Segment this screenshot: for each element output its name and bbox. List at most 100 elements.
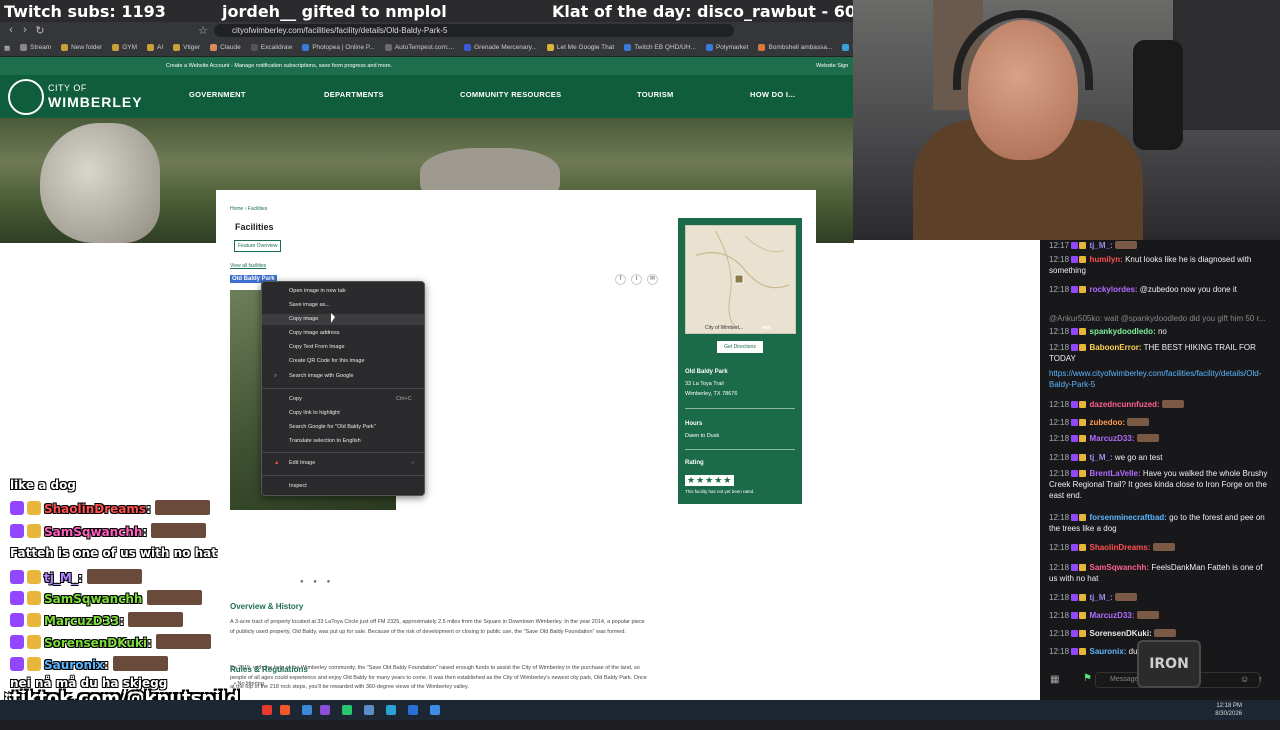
app-icon-files[interactable] [364, 705, 374, 715]
forward-icon[interactable]: › [18, 24, 32, 37]
card-address-2: Wimberley, TX 78676 [685, 391, 738, 397]
gift-badge-icon [1079, 344, 1087, 351]
bookmark-item[interactable]: Bombshell ambassa... [758, 44, 832, 51]
app-icon-explorer[interactable] [302, 705, 312, 715]
chat-username[interactable]: dazedncunnfuzed: [1090, 400, 1160, 409]
nav-government[interactable]: GOVERNMENT [189, 90, 246, 99]
overlay-username: MarcuzD33 [44, 614, 120, 628]
view-all-link[interactable]: View all facilities [230, 263, 266, 269]
chat-username[interactable]: MarcuzD33: [1090, 434, 1135, 443]
nav-departments[interactable]: DEPARTMENTS [324, 90, 384, 99]
emote-picker-icon[interactable]: ☺ [1240, 674, 1249, 684]
carousel-dots[interactable]: ● ● ● [300, 579, 334, 585]
menu-save-image-as[interactable]: Save image as... [289, 302, 330, 308]
website-sign-in[interactable]: Website Sign [816, 57, 848, 75]
menu-search-image-google[interactable]: Search image with Google [289, 373, 354, 379]
nav-tourism[interactable]: TOURISM [637, 90, 674, 99]
app-icon-settings[interactable] [280, 705, 290, 715]
chat-settings-icon[interactable]: ▦ [1050, 674, 1059, 685]
menu-inspect[interactable]: Inspect [289, 483, 307, 489]
app-icon-discord[interactable] [320, 705, 330, 715]
account-strip-text[interactable]: Create a Website Account - Manage notifi… [166, 57, 392, 75]
menu-separator [262, 475, 424, 476]
chat-emote-icon [1136, 611, 1159, 619]
bookmark-icon [546, 44, 554, 51]
menu-create-qr-code[interactable]: Create QR Code for this image [289, 358, 365, 364]
menu-edit-image[interactable]: Edit Image [289, 460, 315, 466]
send-icon[interactable]: ↑ [1258, 674, 1263, 684]
nav-community-resources[interactable]: COMMUNITY RESOURCES [460, 90, 561, 99]
chat-username[interactable]: tj_M_: [1090, 453, 1113, 462]
menu-open-image-new-tab[interactable]: Open image in new tab [289, 288, 346, 294]
bookmark-item[interactable]: Let Me Google That [546, 44, 614, 51]
chat-emote-icon [1114, 593, 1137, 601]
overlay-text: : [119, 614, 125, 628]
menu-copy[interactable]: Copy [289, 396, 302, 402]
chat-username[interactable]: spankydoodledo: [1090, 327, 1156, 336]
menu-translate-selection[interactable]: Translate selection to English [289, 438, 361, 444]
overlay-username: SorensenDKuki [44, 636, 147, 650]
app-icon-record[interactable] [262, 705, 272, 715]
chat-username[interactable]: humilyn: [1090, 255, 1123, 264]
bookmark-item[interactable]: Claude [210, 44, 241, 51]
location-map[interactable] [685, 225, 796, 334]
chat-username[interactable]: tj_M_: [1090, 241, 1113, 250]
overlay-emote-icon [156, 634, 211, 649]
chat-username[interactable]: SorensenDKuki: [1090, 629, 1152, 638]
reload-icon[interactable]: ↻ [33, 24, 47, 37]
app-icon-vscode[interactable] [408, 705, 418, 715]
get-directions-button[interactable]: Get Directions [717, 341, 763, 353]
bookmark-icon [705, 44, 713, 51]
menu-copy-image-address[interactable]: Copy image address [289, 330, 339, 336]
url-field[interactable]: cityofwimberley.com/facilities/facility/… [214, 24, 734, 37]
rating-stars[interactable]: ★★★★★ [685, 475, 735, 486]
chat-text[interactable]: https://www.cityofwimberley.com/faciliti… [1049, 369, 1261, 389]
chat-badge-icon[interactable]: ⚑ [1083, 673, 1092, 684]
apps-grid-icon[interactable]: ▦ [4, 44, 10, 52]
bookmark-item[interactable]: Photopea | Online P... [302, 44, 375, 51]
menu-search-google-for[interactable]: Search Google for "Old Baldy Park" [289, 424, 376, 430]
twitter-icon[interactable]: t [631, 274, 642, 285]
bookmark-item[interactable]: Polymarket [705, 44, 748, 51]
bookmark-item[interactable]: Excalidraw [250, 44, 292, 51]
bookmark-item[interactable]: AI [147, 44, 163, 51]
chat-username[interactable]: BrentLaVelle: [1090, 469, 1141, 478]
chat-username[interactable]: forsenminecraftbad: [1090, 513, 1167, 522]
chat-username[interactable]: tj_M_: [1090, 593, 1113, 602]
bookmark-item[interactable]: Stream [20, 44, 51, 51]
chat-username[interactable]: SamSqwanchh: [1090, 563, 1150, 572]
chat-username[interactable]: Sauronix: [1090, 647, 1127, 656]
bookmark-item[interactable]: Grenade Mercenary... [464, 44, 537, 51]
chat-username[interactable]: MarcuzD33: [1090, 611, 1135, 620]
menu-copy-image[interactable]: Copy image [289, 316, 318, 322]
bookmark-item[interactable]: Twitch EB QHD/UH... [624, 44, 696, 51]
menu-copy-link-highlight[interactable]: Copy link to highlight [289, 410, 340, 416]
chat-username[interactable]: zubedoo: [1090, 418, 1126, 427]
city-logo-icon[interactable] [8, 79, 44, 115]
gift-badge-icon [1079, 594, 1087, 601]
breadcrumb[interactable]: Home › Facilities [230, 206, 267, 212]
app-icon-word[interactable] [430, 705, 440, 715]
bookmark-icon [147, 44, 154, 51]
nav-how-do-i[interactable]: HOW DO I... [750, 90, 795, 99]
menu-copy-text-from-image[interactable]: Copy Text From Image [289, 344, 345, 350]
bookmark-item[interactable]: New folder [61, 44, 102, 51]
bookmark-item[interactable]: GYM [112, 44, 137, 51]
system-clock[interactable]: 12:18 PM 8/30/2026 [1215, 702, 1242, 718]
badge-icon [27, 635, 41, 649]
email-icon[interactable]: ✉ [647, 274, 658, 285]
feature-overview-button[interactable]: Feature Overview [234, 240, 282, 252]
bookmark-icon [464, 44, 472, 51]
chat-username[interactable]: rockylordes: [1090, 285, 1138, 294]
app-icon-edge[interactable] [386, 705, 396, 715]
bookmark-item[interactable]: Vtiger [173, 44, 200, 51]
facebook-icon[interactable]: f [615, 274, 626, 285]
chat-username[interactable]: BaboonError: [1090, 343, 1142, 352]
bookmark-star-icon[interactable]: ☆ [196, 24, 210, 37]
logo-wimberley[interactable]: WIMBERLEY [48, 94, 143, 110]
chat-username[interactable]: ShaolinDreams: [1090, 543, 1151, 552]
app-icon-whatsapp[interactable] [342, 705, 352, 715]
gift-badge-icon [1079, 328, 1087, 335]
back-icon[interactable]: ‹ [4, 24, 18, 37]
bookmark-item[interactable]: AutoTempest.com:... [384, 44, 454, 51]
